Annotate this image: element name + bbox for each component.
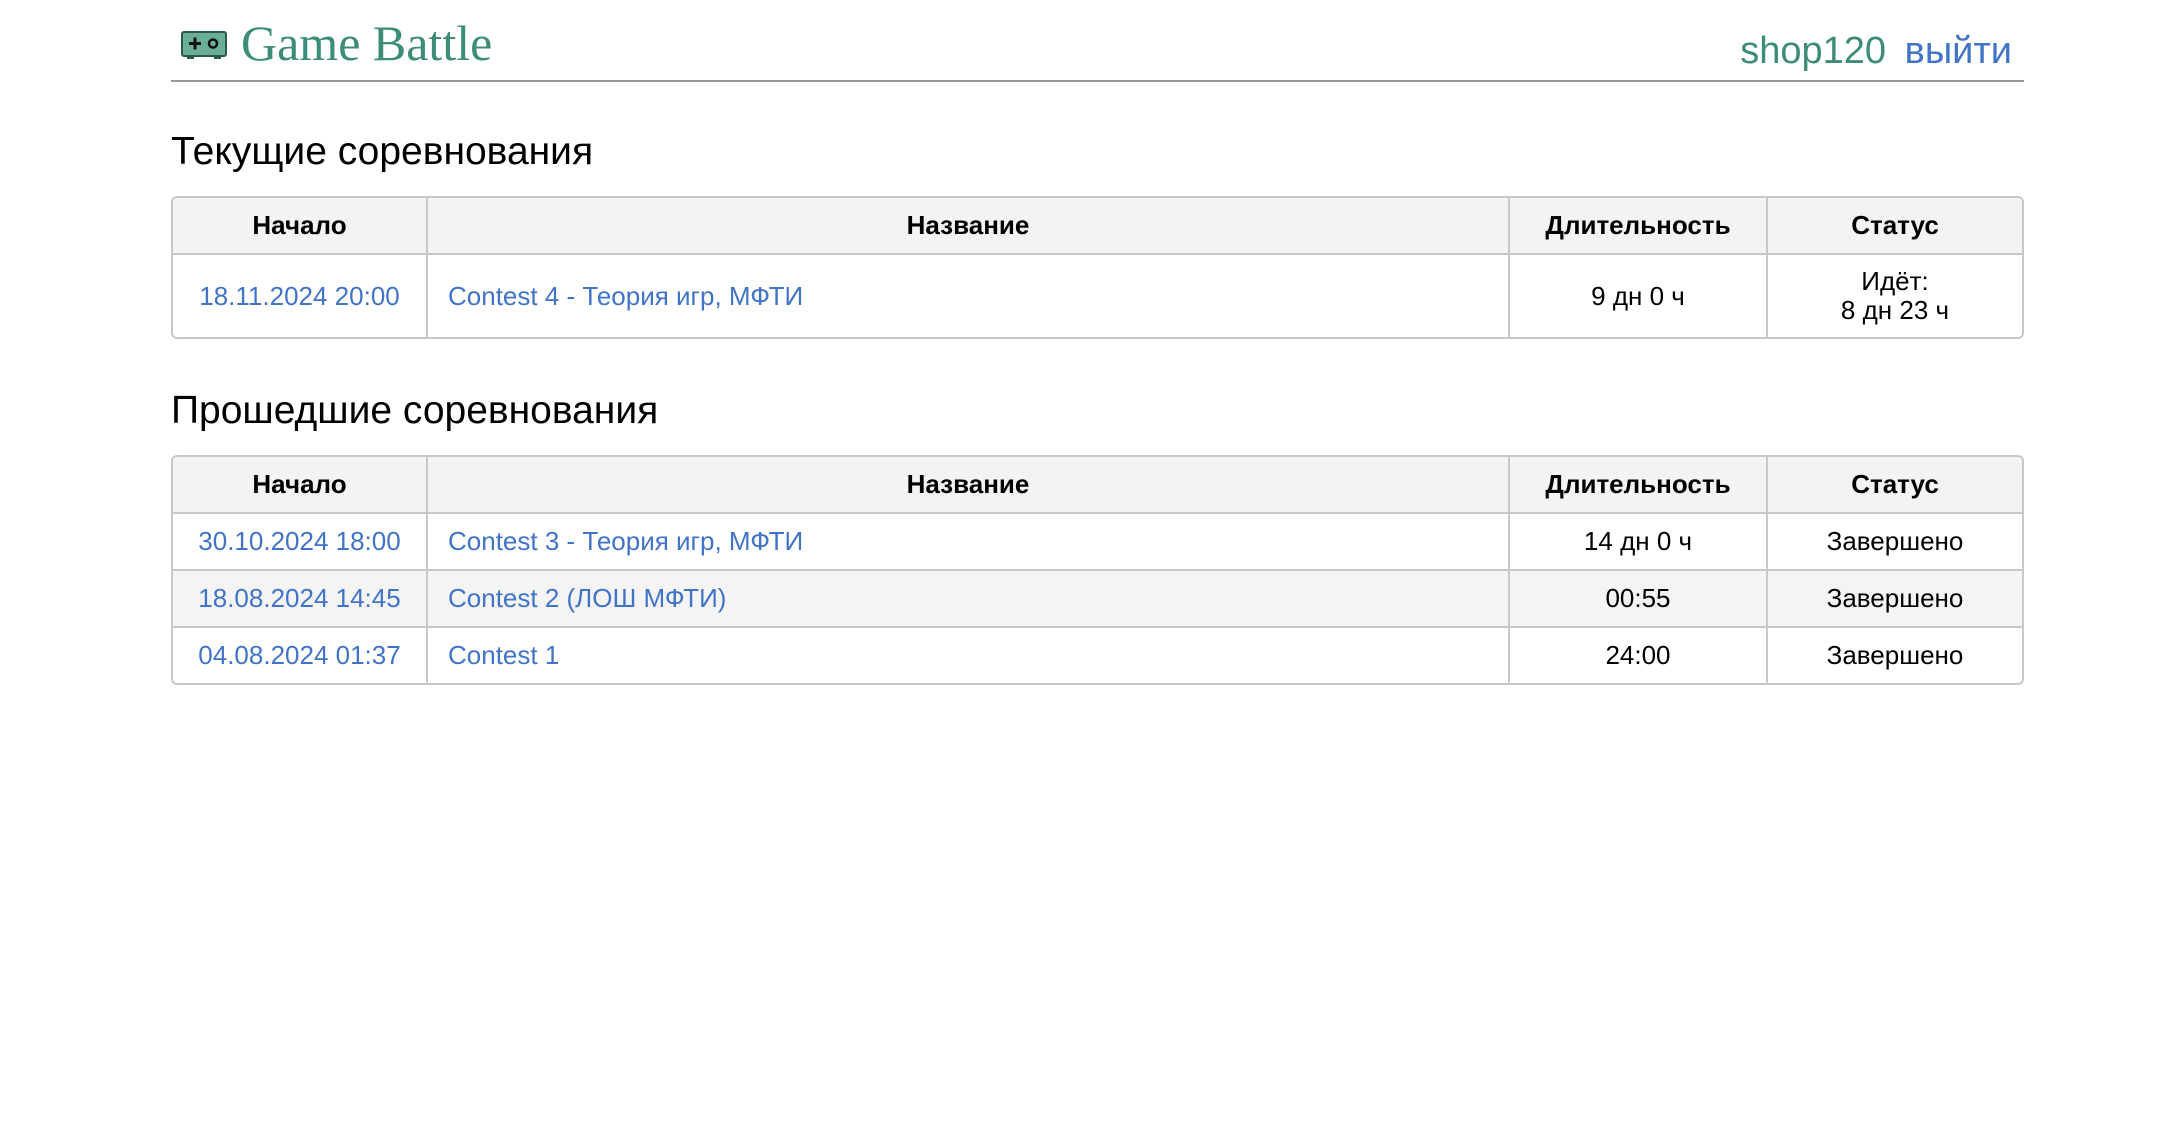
contest-start-link[interactable]: 18.11.2024 20:00 <box>199 281 399 311</box>
cell-start: 30.10.2024 18:00 <box>173 514 428 571</box>
column-header-start: Начало <box>173 457 428 514</box>
column-header-duration: Длительность <box>1510 457 1768 514</box>
cell-name: Contest 2 (ЛОШ МФТИ) <box>428 571 1510 628</box>
contest-name-link[interactable]: Contest 2 (ЛОШ МФТИ) <box>448 583 726 613</box>
contest-name-link[interactable]: Contest 1 <box>448 640 559 670</box>
table-header-row: Начало Название Длительность Статус <box>173 198 2022 255</box>
table-header-row: Начало Название Длительность Статус <box>173 457 2022 514</box>
cell-status: Завершено <box>1768 514 2022 571</box>
cell-name: Contest 3 - Теория игр, МФТИ <box>428 514 1510 571</box>
column-header-duration: Длительность <box>1510 198 1768 255</box>
page-container: Game Battle shop120 выйти Текущие соревн… <box>171 0 2024 685</box>
column-header-start: Начало <box>173 198 428 255</box>
column-header-status: Статус <box>1768 198 2022 255</box>
status-remaining: 8 дн 23 ч <box>1840 295 1950 325</box>
cell-status: Завершено <box>1826 640 1964 670</box>
logout-link[interactable]: выйти <box>1905 30 2012 72</box>
contest-name-link[interactable]: Contest 3 - Теория игр, МФТИ <box>448 526 803 556</box>
past-contests-table: Начало Название Длительность Статус 30.1… <box>171 455 2024 685</box>
cell-duration: 24:00 <box>1510 628 1768 683</box>
header: Game Battle shop120 выйти <box>171 0 2024 82</box>
current-contests-table: Начало Название Длительность Статус 18.1… <box>171 196 2024 339</box>
cell-name: Contest 1 <box>428 628 1510 683</box>
contest-start-link[interactable]: 18.08.2024 14:45 <box>198 583 400 613</box>
column-header-name: Название <box>428 457 1510 514</box>
cell-start: 18.11.2024 20:00 <box>173 255 428 337</box>
contest-start-link[interactable]: 04.08.2024 01:37 <box>198 640 400 670</box>
contest-name-link[interactable]: Contest 4 - Теория игр, МФТИ <box>448 281 803 311</box>
table-row: 18.11.2024 20:00 Contest 4 - Теория игр,… <box>173 255 2022 337</box>
table-row: 18.08.2024 14:45 Contest 2 (ЛОШ МФТИ) 00… <box>173 571 2022 628</box>
column-header-status: Статус <box>1768 457 2022 514</box>
cell-start: 04.08.2024 01:37 <box>173 628 428 683</box>
gamepad-icon <box>181 31 227 59</box>
brand-title[interactable]: Game Battle <box>241 18 492 68</box>
table-row: 04.08.2024 01:37 Contest 1 24:00 Заверше… <box>173 628 2022 683</box>
cell-status: Завершено <box>1768 571 2022 628</box>
username: shop120 <box>1740 30 1887 72</box>
cell-duration: 00:55 <box>1510 571 1768 628</box>
cell-duration: 9 дн 0 ч <box>1510 255 1768 337</box>
contest-start-link[interactable]: 30.10.2024 18:00 <box>198 526 400 556</box>
cell-start: 18.08.2024 14:45 <box>173 571 428 628</box>
column-header-name: Название <box>428 198 1510 255</box>
past-contests-title: Прошедшие соревнования <box>171 389 659 432</box>
brand[interactable]: Game Battle <box>181 18 492 68</box>
cell-duration: 14 дн 0 ч <box>1510 514 1768 571</box>
current-contests-title: Текущие соревнования <box>171 130 594 173</box>
user-area: shop120 выйти <box>1740 32 2012 70</box>
status-label: Идёт: <box>1861 266 1929 296</box>
cell-status: Идёт: 8 дн 23 ч <box>1768 255 2022 337</box>
cell-name: Contest 4 - Теория игр, МФТИ <box>428 255 1510 337</box>
table-row: 30.10.2024 18:00 Contest 3 - Теория игр,… <box>173 514 2022 571</box>
